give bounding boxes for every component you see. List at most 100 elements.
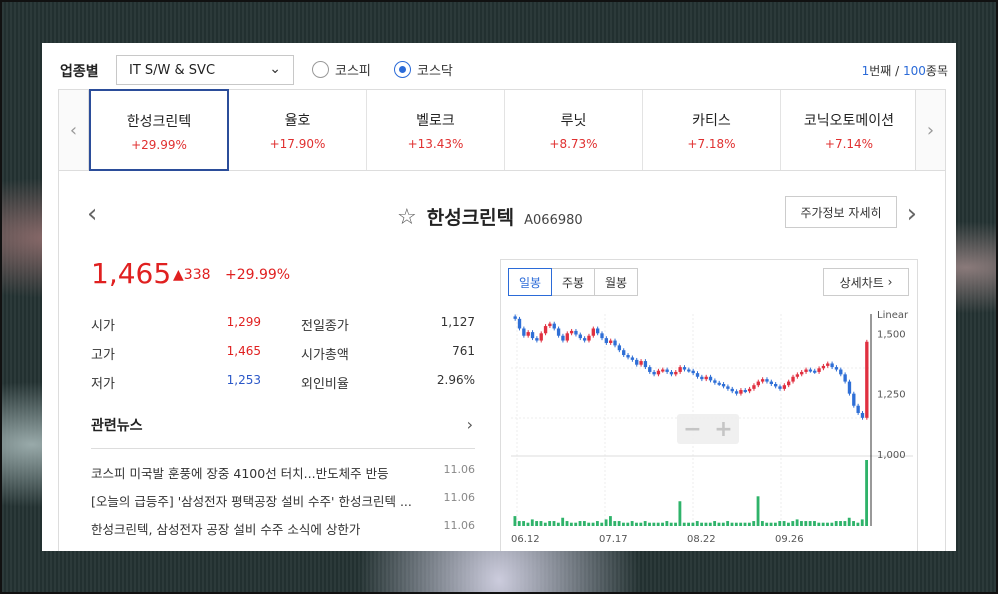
candle <box>561 335 565 341</box>
stock-card[interactable]: 코닉오토메이션 +7.14% <box>781 90 917 170</box>
radio-checked-icon[interactable] <box>394 61 411 78</box>
candle <box>656 370 661 375</box>
sector-select[interactable]: IT S/W & SVC ⌄ <box>116 55 294 85</box>
x-tick-label: 07.17 <box>599 534 628 545</box>
volume-bar <box>700 522 704 526</box>
news-item[interactable]: 코스피 미국발 훈풍에 장중 4100선 터치...반도체주 반등 11.06 <box>91 463 475 491</box>
volume-bar <box>609 516 612 526</box>
stock-detail: ‹ ☆ 한성크린텍 A066980 주가정보 자세히 › 1,465 ▲338 … <box>58 171 946 551</box>
volume-bar <box>674 522 677 526</box>
candle <box>665 369 669 372</box>
chevron-right-icon[interactable]: › <box>915 90 945 170</box>
candle <box>760 379 765 382</box>
candle <box>695 373 700 377</box>
chevron-left-icon[interactable]: ‹ <box>59 90 89 170</box>
volume-bar <box>556 522 560 526</box>
pager-total: 100 <box>903 64 926 78</box>
volume-bar <box>817 522 821 526</box>
detail-chart-label: 상세차트 <box>839 275 884 290</box>
price-chart-panel: 일봉 주봉 월봉 상세차트 › Linear 1,500 1,250 1,000 06.… <box>500 259 918 551</box>
volume-bar <box>669 522 673 526</box>
candle <box>609 340 613 343</box>
volume-bar <box>617 521 621 526</box>
stock-change: +8.73% <box>549 137 598 151</box>
volume-bar <box>747 522 751 526</box>
news-item[interactable]: [오늘의 급등주] '삼성전자 평택공장 설비 수주' 한성크린텍 ... 11… <box>91 491 475 519</box>
candle <box>635 359 639 365</box>
chevron-right-icon[interactable]: › <box>907 199 917 229</box>
stock-card[interactable]: 카티스 +7.18% <box>643 90 781 170</box>
tab-daily[interactable]: 일봉 <box>508 268 552 296</box>
candle <box>639 361 643 365</box>
news-item-title[interactable]: [오늘의 급등주] '삼성전자 평택공장 설비 수주' 한성크린텍 ... <box>91 491 435 510</box>
candle <box>582 338 587 341</box>
stock-card-selected[interactable]: 한성크린텍 +29.99% <box>89 89 229 171</box>
volume-bar <box>513 516 517 526</box>
candle <box>548 323 552 327</box>
news-title: 관련뉴스 <box>91 418 143 434</box>
candle <box>604 338 609 343</box>
stock-card[interactable]: 루닛 +8.73% <box>505 90 643 170</box>
candle <box>513 316 517 319</box>
tab-monthly[interactable]: 월봉 <box>594 268 638 296</box>
detail-chart-button[interactable]: 상세차트 › <box>823 268 909 296</box>
candle <box>843 374 847 382</box>
volume-bar <box>708 522 712 526</box>
candle <box>687 369 691 372</box>
news-header[interactable]: 관련뉴스 › <box>91 415 475 449</box>
volume-bar <box>795 519 799 526</box>
candle <box>648 367 652 372</box>
star-icon[interactable]: ☆ <box>397 205 417 230</box>
stat-label: 고가 <box>91 348 115 363</box>
volume-bar <box>730 522 734 526</box>
candle <box>539 333 543 341</box>
news-item-title[interactable]: 한성크린텍, 삼성전자 공장 설비 수주 소식에 상한가 <box>91 519 435 538</box>
candle <box>860 412 865 418</box>
candle <box>552 323 556 329</box>
stock-detail-button[interactable]: 주가정보 자세히 <box>785 196 897 228</box>
x-tick-label: 09.26 <box>775 534 804 545</box>
news-item-title[interactable]: 코스피 미국발 훈풍에 장중 4100선 터치...반도체주 반등 <box>91 463 435 482</box>
news-list: 코스피 미국발 훈풍에 장중 4100선 터치...반도체주 반등 11.06 … <box>91 463 475 547</box>
candle <box>730 388 734 392</box>
candle <box>765 379 769 382</box>
chevron-left-icon[interactable]: ‹ <box>87 199 97 229</box>
volume-bar <box>760 521 764 526</box>
news-item[interactable]: 한성크린텍, 삼성전자 공장 설비 수주 소식에 상한가 11.06 <box>91 519 475 547</box>
candle <box>626 355 630 358</box>
volume-bar <box>561 517 565 526</box>
volume-bar <box>682 522 686 526</box>
radio-kospi[interactable]: 코스피 <box>312 60 371 79</box>
price-change: ▲338 <box>173 267 211 283</box>
stock-card[interactable]: 율호 +17.90% <box>229 90 367 170</box>
candle <box>782 385 787 389</box>
candle <box>652 371 656 375</box>
candle <box>747 388 752 392</box>
volume-bar <box>622 522 625 526</box>
candle <box>778 386 782 389</box>
stock-card[interactable]: 벨로크 +13.43% <box>367 90 505 170</box>
volume-bar <box>530 519 534 526</box>
volume-bar <box>543 522 547 526</box>
candle <box>752 385 756 389</box>
candle <box>756 381 760 386</box>
volume-bar <box>574 522 578 526</box>
zoom-out-icon[interactable]: − <box>677 414 708 444</box>
volume-bar <box>648 522 651 526</box>
stock-name: 한성크린텍 <box>126 114 192 130</box>
volume-bar <box>773 522 777 526</box>
zoom-in-icon[interactable]: + <box>708 414 739 444</box>
candle <box>800 371 804 375</box>
candle <box>769 381 773 384</box>
volume-bar <box>752 521 756 526</box>
stock-name: 코닉오토메이션 <box>803 113 895 129</box>
volume-bar <box>743 522 747 526</box>
radio-kosdaq[interactable]: 코스닥 <box>394 60 453 79</box>
radio-icon[interactable] <box>312 61 329 78</box>
volume-bar <box>656 522 660 526</box>
candle <box>522 328 526 336</box>
chevron-right-icon[interactable]: › <box>467 415 473 434</box>
tab-weekly[interactable]: 주봉 <box>551 268 595 296</box>
volume-bar <box>687 522 690 526</box>
chevron-down-icon: ⌄ <box>269 61 281 77</box>
